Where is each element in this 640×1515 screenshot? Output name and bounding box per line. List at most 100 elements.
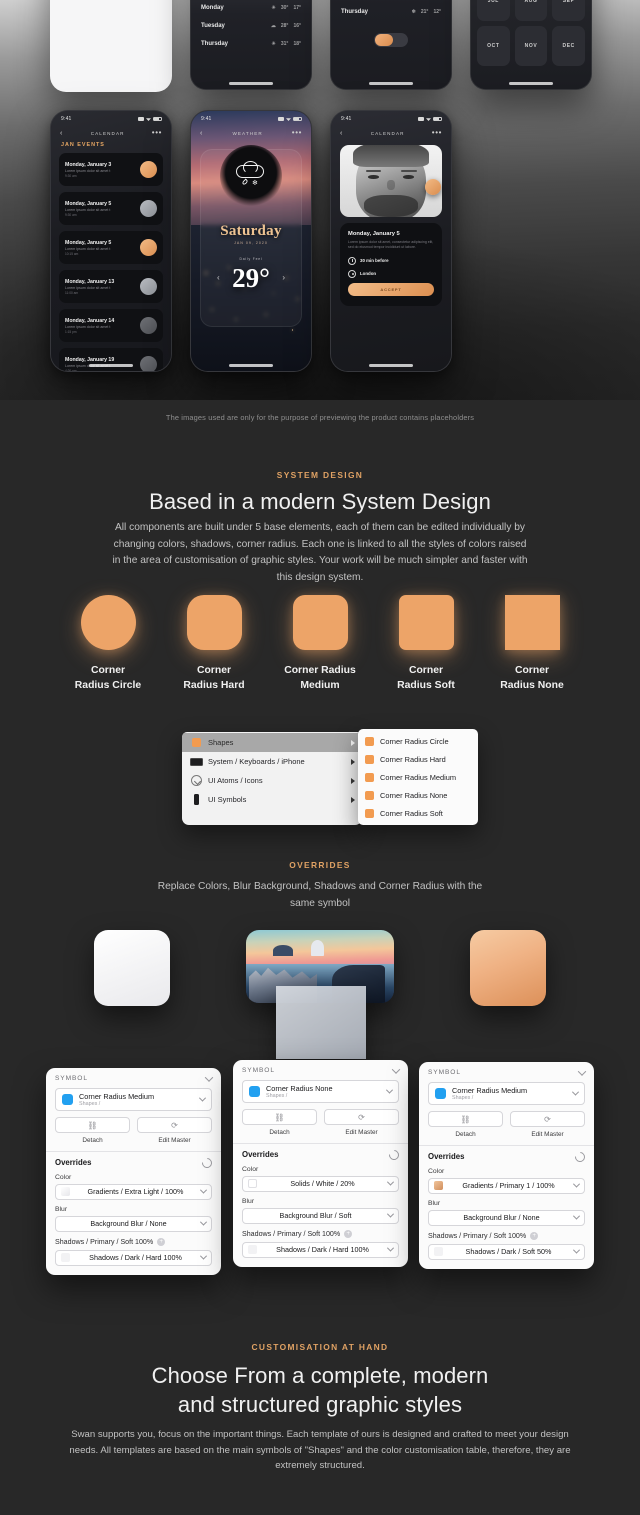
shape-item-soft[interactable]: Corner Radius Soft xyxy=(378,595,474,694)
blur-select[interactable]: Background Blur / Soft xyxy=(242,1207,399,1224)
avatar xyxy=(140,278,157,295)
list-item[interactable]: Monday, January 14 Lorem ipsum dolor sit… xyxy=(59,309,163,342)
customisation-heading-line2: and structured graphic styles xyxy=(177,1391,463,1417)
swatch-corner-radius-circle[interactable] xyxy=(80,595,136,650)
more-icon[interactable]: ••• xyxy=(152,129,162,137)
weekday-icons: ☀ 31° 18° xyxy=(271,41,301,47)
more-icon[interactable]: ••• xyxy=(432,129,442,137)
weekday-row[interactable]: Monday ☀ 30° 17° xyxy=(191,0,311,17)
event-date: Monday, January 19 xyxy=(65,356,115,363)
system-design-heading: Based in a modern System Design xyxy=(149,489,491,514)
list-item[interactable]: Monday, January 19 Lorem ipsum dolor sit… xyxy=(59,348,163,371)
weekday-label: Thursday xyxy=(341,9,369,15)
eye-left xyxy=(367,175,379,179)
chevron-down-icon xyxy=(385,1086,394,1094)
detach-icon-button[interactable]: ⛓ xyxy=(242,1109,317,1125)
shadow-select[interactable]: Shadows / Dark / Soft 50% xyxy=(428,1243,585,1260)
shape-item-circle[interactable]: Corner Radius Circle xyxy=(60,595,156,694)
weekday-row[interactable]: Thursday ☀ 31° 18° xyxy=(191,35,311,53)
shape-item-none[interactable]: Corner Radius None xyxy=(484,595,580,694)
reset-icon[interactable] xyxy=(386,1147,402,1162)
shadow-select[interactable]: Shadows / Dark / Hard 100% xyxy=(242,1241,399,1258)
event-desc: Lorem ipsum dolor sit amet t xyxy=(65,324,111,329)
back-icon[interactable]: ‹ xyxy=(60,130,63,137)
shape-label-line1: Corner xyxy=(90,665,126,676)
temp-high-icon: 31° xyxy=(280,41,289,47)
list-item[interactable]: Monday, January 5 Lorem ipsum dolor sit … xyxy=(59,192,163,225)
submenu-item-corner-radius-soft[interactable]: Corner Radius Soft xyxy=(358,804,478,822)
event-date: Monday, January 5 xyxy=(65,200,112,207)
weekday-row[interactable]: Thursday ❄ 21° 12° xyxy=(331,3,451,21)
panel-header[interactable]: SYMBOL xyxy=(242,1064,401,1074)
color-select[interactable]: Gradients / Extra Light / 100% xyxy=(55,1183,212,1200)
overrides-header: Overrides xyxy=(242,1147,402,1162)
swatch-corner-radius-soft[interactable] xyxy=(398,595,454,650)
month-cell[interactable]: NOV xyxy=(514,26,548,66)
menu-item-ui-atoms-icons[interactable]: UI Atoms / Icons xyxy=(182,771,362,790)
list-item[interactable]: Monday, January 3 Lorem ipsum dolor sit … xyxy=(59,153,163,186)
swatch-corner-radius-none[interactable] xyxy=(504,595,560,650)
next-day-icon[interactable]: › xyxy=(282,273,285,282)
menu-item-shapes[interactable]: Shapes xyxy=(182,733,362,752)
month-cell[interactable]: OCT xyxy=(477,26,510,66)
submenu-item-corner-radius-hard[interactable]: Corner Radius Hard xyxy=(358,750,478,768)
more-icon[interactable]: ••• xyxy=(292,129,302,137)
swatch-corner-radius-medium[interactable] xyxy=(292,595,348,650)
edit-master-icon-button[interactable]: ⟳ xyxy=(324,1109,399,1125)
event-desc: Lorem ipsum dolor sit amet t xyxy=(65,285,111,290)
symbol-select[interactable]: Corner Radius None Shapes / xyxy=(242,1080,399,1103)
battery-icon xyxy=(433,117,442,121)
shape-item-medium[interactable]: Corner Radius Medium xyxy=(272,595,368,694)
add-icon[interactable]: + xyxy=(344,1229,353,1238)
toggle-switch[interactable] xyxy=(374,33,408,47)
overrides-paragraph: Replace Colors, Blur Background, Shadows… xyxy=(157,881,483,909)
menu-item-ui-symbols[interactable]: UI Symbols xyxy=(182,790,362,809)
add-icon[interactable]: + xyxy=(530,1231,539,1240)
back-icon[interactable]: ‹ xyxy=(340,130,343,137)
event-text: Monday, January 5 Lorem ipsum dolor sit … xyxy=(65,240,111,256)
event-time: 10:15 am xyxy=(65,251,79,256)
accept-button[interactable]: ACCEPT xyxy=(348,282,434,296)
shape-item-hard[interactable]: Corner Radius Hard xyxy=(166,595,262,694)
color-swatch-icon xyxy=(61,1187,70,1197)
event-text: Monday, January 14 Lorem ipsum dolor sit… xyxy=(65,318,114,334)
color-select[interactable]: Solids / White / 20% xyxy=(242,1175,399,1192)
back-icon[interactable]: ‹ xyxy=(200,130,203,137)
reset-icon[interactable] xyxy=(572,1149,588,1164)
list-item[interactable]: Monday, January 13 Lorem ipsum dolor sit… xyxy=(59,270,163,303)
color-field-label: Color xyxy=(242,1165,259,1173)
symbol-select[interactable]: Corner Radius Medium Shapes / xyxy=(55,1088,212,1111)
submenu-item-corner-radius-medium[interactable]: Corner Radius Medium xyxy=(358,768,478,786)
submenu-item-corner-radius-none[interactable]: Corner Radius None xyxy=(358,786,478,804)
menu-primary-list: Shapes System / Keyboards / iPhone UI At… xyxy=(182,732,362,825)
list-item[interactable]: Monday, January 5 Lorem ipsum dolor sit … xyxy=(59,231,163,264)
weekday-row[interactable]: Tuesday ☁ 28° 16° xyxy=(191,17,311,35)
overrides-header: Overrides xyxy=(428,1149,588,1164)
blur-select[interactable]: Background Blur / None xyxy=(428,1209,585,1226)
blur-select[interactable]: Background Blur / None xyxy=(55,1215,212,1232)
shadow-select[interactable]: Shadows / Dark / Hard 100% xyxy=(55,1249,212,1266)
reset-icon[interactable] xyxy=(199,1155,215,1170)
submenu-item-corner-radius-circle[interactable]: Corner Radius Circle xyxy=(358,732,478,750)
symbol-select[interactable]: Corner Radius Medium Shapes / xyxy=(428,1082,585,1105)
detach-icon-button[interactable]: ⛓ xyxy=(55,1117,130,1133)
month-cell[interactable]: SEP xyxy=(552,0,585,21)
event-detail-card: Monday, January 5 Lorem ipsum dolor sit … xyxy=(340,223,442,306)
color-select[interactable]: Gradients / Primary 1 / 100% xyxy=(428,1177,585,1194)
swatch-corner-radius-hard[interactable] xyxy=(186,595,242,650)
edit-master-icon-button[interactable]: ⟳ xyxy=(137,1117,212,1133)
panel-header[interactable]: SYMBOL xyxy=(428,1066,587,1076)
add-icon[interactable]: + xyxy=(157,1237,166,1246)
orange-square-icon xyxy=(189,738,203,747)
month-cell[interactable]: JUL xyxy=(477,0,510,21)
avatar xyxy=(140,317,157,334)
mockup-card-white xyxy=(50,0,172,92)
edit-master-icon-button[interactable]: ⟳ xyxy=(510,1111,585,1127)
menu-item-system-keyboards-iphone[interactable]: System / Keyboards / iPhone xyxy=(182,752,362,771)
panel-header[interactable]: SYMBOL xyxy=(55,1072,214,1082)
month-cell[interactable]: DEC xyxy=(552,26,585,66)
weekday-label: Monday xyxy=(201,5,224,11)
customisation-heading-line1: Choose From a complete, modern xyxy=(151,1363,489,1388)
detach-icon-button[interactable]: ⛓ xyxy=(428,1111,503,1127)
month-cell[interactable]: AUG xyxy=(514,0,548,21)
